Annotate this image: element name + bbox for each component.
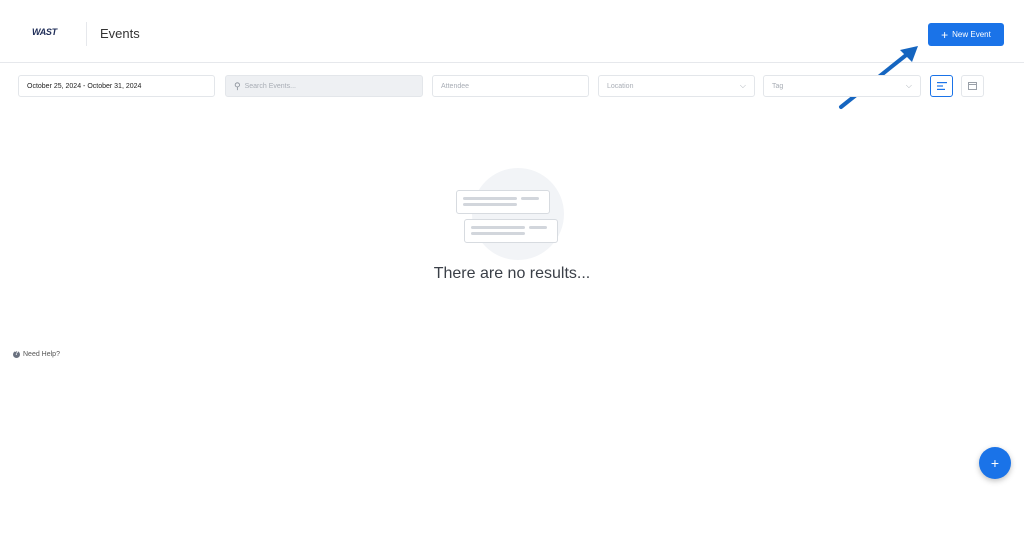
list-view-button[interactable] (930, 75, 953, 97)
placeholder-card (464, 219, 558, 243)
attendee-filter[interactable]: Attendee (432, 75, 589, 97)
date-range-picker[interactable]: October 25, 2024 - October 31, 2024 (18, 75, 215, 97)
list-view-icon (936, 82, 947, 90)
search-input[interactable]: ⚲ Search Events... (225, 75, 423, 97)
search-placeholder: Search Events... (244, 82, 296, 90)
placeholder-card (456, 190, 550, 214)
empty-state-illustration (456, 168, 566, 260)
calendar-view-button[interactable] (961, 75, 984, 97)
location-select[interactable]: Location ⌵ (598, 75, 755, 97)
empty-state-message: There are no results... (433, 265, 591, 282)
location-placeholder: Location (607, 82, 634, 90)
calendar-icon (968, 82, 977, 90)
logo-text: WAST (32, 27, 57, 37)
chevron-down-icon: ⌵ (739, 81, 746, 90)
date-range-value: October 25, 2024 - October 31, 2024 (27, 82, 142, 90)
header-divider (86, 22, 87, 46)
help-icon: ? (13, 351, 20, 358)
company-logo[interactable]: WAST (32, 27, 58, 41)
tag-select[interactable]: Tag ⌵ (763, 75, 921, 97)
help-link[interactable]: ? Need Help? (13, 351, 60, 358)
illustration-circle (472, 168, 564, 260)
tag-placeholder: Tag (772, 82, 784, 90)
attendee-placeholder: Attendee (441, 82, 470, 90)
new-event-button[interactable]: + New Event (928, 23, 1004, 46)
plus-icon: + (990, 455, 1000, 471)
help-label: Need Help? (23, 351, 60, 358)
floating-add-button[interactable]: + (979, 447, 1011, 479)
plus-icon: + (941, 27, 949, 42)
chevron-down-icon: ⌵ (905, 81, 912, 90)
page-title: Events (100, 26, 140, 41)
new-event-label: New Event (952, 30, 991, 39)
search-icon: ⚲ (234, 80, 241, 91)
